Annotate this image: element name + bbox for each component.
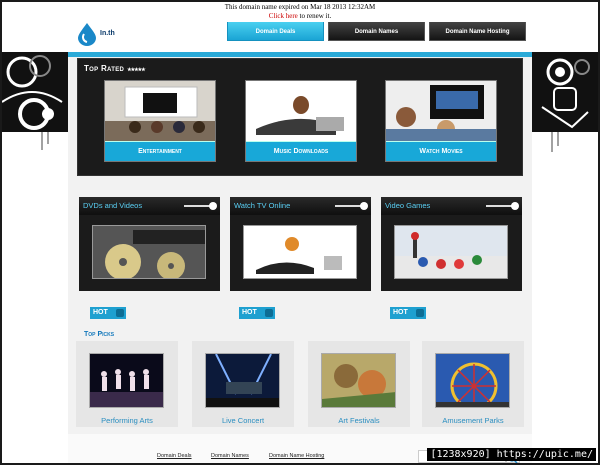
hot-badge[interactable]: HOT <box>90 307 126 319</box>
pick-label: Amusement Parks <box>442 416 504 425</box>
footer-link-domain-names[interactable]: Domain Names <box>211 453 249 459</box>
live-concert-image <box>205 353 280 408</box>
pick-label: Live Concert <box>221 416 265 425</box>
rating-stars: ★★★★★ <box>127 67 145 73</box>
watch-movies-image <box>386 81 496 143</box>
right-decoration <box>532 52 598 202</box>
slider-control[interactable] <box>335 202 368 210</box>
category-tv[interactable]: Watch TV Online <box>230 197 371 291</box>
category-games[interactable]: Video Games <box>381 197 522 291</box>
tv-image <box>243 225 357 279</box>
notice-text: This domain name expired on Mar 18 2013 … <box>224 3 376 11</box>
logo-text[interactable]: In.th <box>100 30 115 37</box>
slider-knob[interactable] <box>360 202 368 210</box>
footer-link-domain-hosting[interactable]: Domain Name Hosting <box>269 453 324 459</box>
page-frame: This domain name expired on Mar 18 2013 … <box>2 2 598 463</box>
pick-live-concert[interactable]: Live Concert <box>192 341 294 427</box>
music-downloads-image <box>246 81 356 143</box>
left-decoration <box>2 52 68 202</box>
performing-arts-image <box>89 353 164 408</box>
card-music-downloads[interactable]: Music Downloads <box>245 80 357 162</box>
domain-expired-notice: This domain name expired on Mar 18 2013 … <box>2 2 598 22</box>
header-accent-bar <box>68 52 532 57</box>
art-festivals-image <box>321 353 396 408</box>
top-picks-title: Top Picks <box>84 331 115 338</box>
card-caption: Entertainment <box>105 141 215 161</box>
card-caption: Watch Movies <box>386 141 496 161</box>
card-entertainment[interactable]: Entertainment <box>104 80 216 162</box>
dvds-image <box>92 225 206 279</box>
nav-domain-deals[interactable]: Domain Deals <box>227 21 324 41</box>
footer-link-domain-deals[interactable]: Domain Deals <box>157 453 192 459</box>
nav-domain-hosting[interactable]: Domain Name Hosting <box>429 21 526 41</box>
pick-amusement-parks[interactable]: Amusement Parks <box>422 341 524 427</box>
hot-badge[interactable]: HOT <box>390 307 426 319</box>
slider-knob[interactable] <box>511 202 519 210</box>
hot-icon <box>116 309 124 317</box>
top-rated-title: Top Rated ★★★★★ <box>84 64 146 73</box>
pick-label: Art Festivals <box>338 416 380 425</box>
pick-art-festivals[interactable]: Art Festivals <box>308 341 410 427</box>
hot-badge[interactable]: HOT <box>239 307 275 319</box>
top-rated-section: Top Rated ★★★★★ Entertainment Music Down… <box>77 58 523 176</box>
card-watch-movies[interactable]: Watch Movies <box>385 80 497 162</box>
games-image <box>394 225 508 279</box>
drop-logo-icon[interactable] <box>76 22 98 46</box>
hot-icon <box>416 309 424 317</box>
slider-knob[interactable] <box>209 202 217 210</box>
slider-control[interactable] <box>486 202 519 210</box>
nav-domain-names[interactable]: Domain Names <box>328 21 425 41</box>
card-caption: Music Downloads <box>246 141 356 161</box>
amusement-parks-image <box>435 353 510 408</box>
pick-label: Performing Arts <box>101 416 153 425</box>
category-dvds[interactable]: DVDs and Videos <box>79 197 220 291</box>
renew-link[interactable]: Click here <box>269 12 298 20</box>
hot-icon <box>265 309 273 317</box>
site-page: In.th Domain Deals Domain Names Domain N… <box>68 16 532 463</box>
pick-performing-arts[interactable]: Performing Arts <box>76 341 178 427</box>
notice-suffix: to renew it. <box>297 12 332 20</box>
slider-control[interactable] <box>184 202 217 210</box>
entertainment-image <box>105 81 215 143</box>
upic-badge: [1238x920] https://upic.me/ <box>427 448 596 461</box>
